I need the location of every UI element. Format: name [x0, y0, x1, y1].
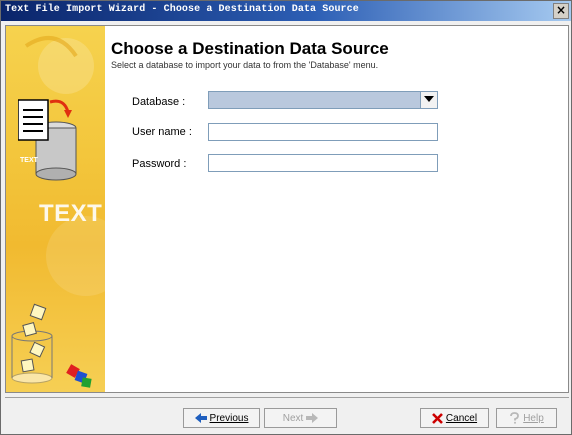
database-select[interactable]	[208, 91, 438, 109]
filter-cylinder-icon	[10, 296, 100, 392]
cancel-x-icon	[432, 412, 443, 424]
close-icon: ×	[555, 3, 567, 17]
help-button[interactable]: Help	[496, 408, 557, 428]
document-to-database-icon: TEXT	[17, 96, 88, 191]
wizard-sidebar-graphic: TEXT TEXT	[6, 26, 105, 392]
page-subtitle: Select a database to import your data to…	[111, 60, 379, 70]
database-dropdown-button[interactable]	[420, 92, 437, 108]
password-label: Password :	[132, 158, 187, 170]
next-button-label: Next	[282, 412, 304, 424]
help-button-label: Help	[523, 412, 544, 424]
help-question-icon	[510, 412, 520, 424]
password-field[interactable]	[208, 154, 438, 172]
arrow-left-icon	[194, 413, 207, 423]
arrow-right-icon	[306, 413, 319, 423]
window-title: Text File Import Wizard - Choose a Desti…	[5, 4, 359, 15]
previous-button-label: Previous	[209, 412, 249, 424]
cancel-button[interactable]: Cancel	[420, 408, 489, 428]
footer-divider	[5, 397, 569, 398]
next-button[interactable]: Next	[264, 408, 337, 428]
cancel-button-label: Cancel	[445, 412, 478, 424]
close-button[interactable]: ×	[553, 3, 569, 19]
username-label: User name :	[132, 126, 192, 138]
username-field[interactable]	[208, 123, 438, 141]
title-bar[interactable]: Text File Import Wizard - Choose a Desti…	[1, 1, 571, 21]
chevron-down-icon	[424, 96, 434, 102]
sidebar-text-graphic: TEXT	[39, 200, 103, 227]
wizard-content-panel: TEXT TEXT Choose a Destination Data Sour…	[5, 25, 569, 393]
database-label: Database :	[132, 96, 186, 108]
import-wizard-window: Text File Import Wizard - Choose a Desti…	[0, 0, 572, 435]
svg-text:TEXT: TEXT	[20, 157, 39, 164]
previous-button[interactable]: Previous	[183, 408, 260, 428]
page-title: Choose a Destination Data Source	[111, 39, 389, 58]
